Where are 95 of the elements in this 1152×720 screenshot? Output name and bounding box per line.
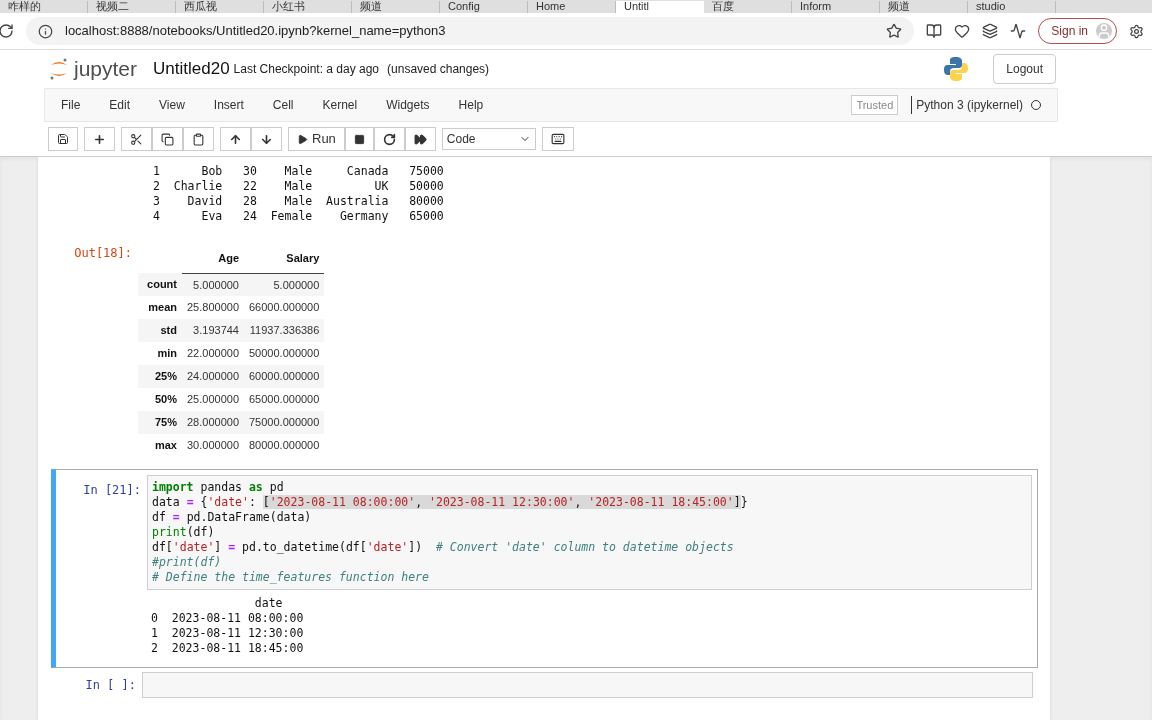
column-header: Age bbox=[218, 252, 239, 264]
paste-button[interactable] bbox=[183, 127, 214, 151]
output-line: 1 2023-08-11 12:30:00 bbox=[151, 626, 304, 641]
save-icon bbox=[57, 133, 69, 145]
menu-item[interactable]: File bbox=[61, 96, 81, 114]
menu-item[interactable]: Widgets bbox=[386, 96, 430, 114]
table-cell: 65000.000000 bbox=[249, 393, 320, 406]
cell-type-select[interactable]: Code bbox=[441, 128, 536, 150]
row-label: 50% bbox=[154, 393, 177, 406]
arrow-down-icon bbox=[260, 132, 273, 146]
arrow-up-icon bbox=[229, 132, 242, 146]
row-label: max bbox=[154, 439, 177, 452]
code-line: data = {'date': ['2023-08-11 08:00:00', '2023-08-11 12:30:00', '2023-08-11 18:45:00']} bbox=[152, 495, 749, 510]
column-header: Salary bbox=[286, 252, 320, 264]
code-line: # Define the time_features function here bbox=[152, 570, 430, 585]
copy-icon bbox=[161, 132, 174, 146]
move-up-button[interactable] bbox=[220, 127, 251, 151]
table-cell: 80000.000000 bbox=[249, 439, 320, 452]
logout-button[interactable]: Logout bbox=[993, 54, 1056, 84]
output-line: 2 Charlie 22 Male UK 50000 bbox=[153, 179, 444, 194]
table-cell: 60000.000000 bbox=[249, 370, 320, 383]
checkpoint-text: Last Checkpoint: a day ago bbox=[233, 61, 380, 78]
favorites-icon[interactable] bbox=[954, 23, 971, 39]
table-cell: 22.000000 bbox=[187, 347, 239, 360]
interrupt-button[interactable] bbox=[344, 127, 374, 151]
kernel-name[interactable]: Python 3 (ipykernel) bbox=[916, 96, 1023, 114]
row-label: 75% bbox=[154, 416, 177, 429]
keyboard-icon bbox=[550, 132, 565, 146]
settings-icon[interactable] bbox=[1129, 23, 1144, 39]
run-all-button[interactable] bbox=[404, 127, 436, 151]
browser-tab[interactable]: Untitl bbox=[616, 1, 704, 13]
row-label: min bbox=[157, 347, 177, 360]
unsaved-text: (unsaved changes) bbox=[387, 61, 490, 78]
clipboard-icon bbox=[192, 132, 205, 146]
table-cell: 5.000000 bbox=[273, 278, 320, 291]
table-cell: 24.000000 bbox=[187, 370, 239, 383]
menu-item[interactable]: Cell bbox=[272, 96, 294, 114]
move-down-button[interactable] bbox=[251, 127, 282, 151]
table-cell: 50000.000000 bbox=[249, 347, 320, 360]
copy-button[interactable] bbox=[152, 127, 183, 151]
scissors-icon bbox=[130, 132, 143, 146]
code-line: df = pd.DataFrame(data) bbox=[152, 510, 313, 525]
table-cell: 30.000000 bbox=[187, 439, 239, 452]
command-palette-button[interactable] bbox=[541, 127, 574, 151]
restart-icon bbox=[382, 132, 396, 146]
code-line: df['date'] = pd.to_datetime(df['date']) # Convert 'date' column to datetime objects bbox=[152, 540, 735, 555]
favorite-icon[interactable] bbox=[886, 23, 903, 39]
output-line: 0 2023-08-11 08:00:00 bbox=[151, 611, 304, 626]
trusted-indicator[interactable]: Trusted bbox=[851, 94, 899, 116]
plus-icon bbox=[93, 132, 106, 146]
python-logo-icon bbox=[943, 56, 970, 82]
menu-item[interactable]: Kernel bbox=[322, 96, 358, 114]
fast-forward-icon bbox=[413, 132, 427, 146]
run-button[interactable]: Run bbox=[288, 127, 345, 151]
stop-icon bbox=[353, 133, 365, 145]
in-prompt: In [ ]: bbox=[84, 677, 137, 694]
output-line: 2 2023-08-11 18:45:00 bbox=[151, 641, 304, 656]
table-cell: 3.193744 bbox=[193, 324, 239, 337]
notebook-name[interactable]: Untitled20 bbox=[153, 56, 230, 82]
table-cell: 28.000000 bbox=[187, 416, 239, 429]
out-prompt: Out[18]: bbox=[73, 245, 133, 262]
output-line: date bbox=[253, 596, 283, 611]
restart-button[interactable] bbox=[373, 127, 405, 151]
reload-icon[interactable] bbox=[0, 23, 14, 39]
output-line: 3 David 28 Male Australia 80000 bbox=[153, 194, 444, 209]
cut-button[interactable] bbox=[121, 127, 152, 151]
row-label: count bbox=[147, 278, 177, 291]
code-cell[interactable] bbox=[51, 469, 1038, 668]
code-line: import pandas as pd bbox=[152, 480, 285, 495]
row-label: mean bbox=[148, 301, 177, 314]
table-cell: 11937.336386 bbox=[249, 324, 320, 337]
table-cell: 25.800000 bbox=[187, 301, 239, 314]
code-editor[interactable] bbox=[147, 475, 1032, 590]
row-label: 25% bbox=[154, 370, 177, 383]
table-cell: 75000.000000 bbox=[249, 416, 320, 429]
insert-cell-button[interactable] bbox=[84, 127, 115, 151]
table-cell: 5.000000 bbox=[193, 278, 239, 291]
run-label: Run bbox=[312, 130, 336, 149]
cell-type-value: Code bbox=[446, 131, 476, 148]
save-button[interactable] bbox=[48, 127, 78, 151]
output-line: 4 Eva 24 Female Germany 65000 bbox=[153, 209, 444, 224]
menu-item[interactable]: Help bbox=[458, 96, 484, 114]
menu-item[interactable]: View bbox=[159, 96, 185, 114]
code-line: #print(df) bbox=[152, 555, 223, 570]
play-icon bbox=[297, 133, 308, 145]
info-icon[interactable] bbox=[38, 23, 53, 39]
row-label: std bbox=[160, 324, 177, 337]
menu-item[interactable]: Insert bbox=[213, 96, 244, 114]
output-line: 1 Bob 30 Male Canada 75000 bbox=[153, 164, 444, 179]
jupyter-logo[interactable]: jupyter bbox=[74, 53, 138, 85]
menu-item[interactable]: Edit bbox=[109, 96, 131, 114]
code-line: print(df) bbox=[152, 525, 216, 540]
in-prompt: In [21]: bbox=[82, 482, 142, 499]
table-cell: 66000.000000 bbox=[249, 301, 320, 314]
table-cell: 25.000000 bbox=[187, 393, 239, 406]
